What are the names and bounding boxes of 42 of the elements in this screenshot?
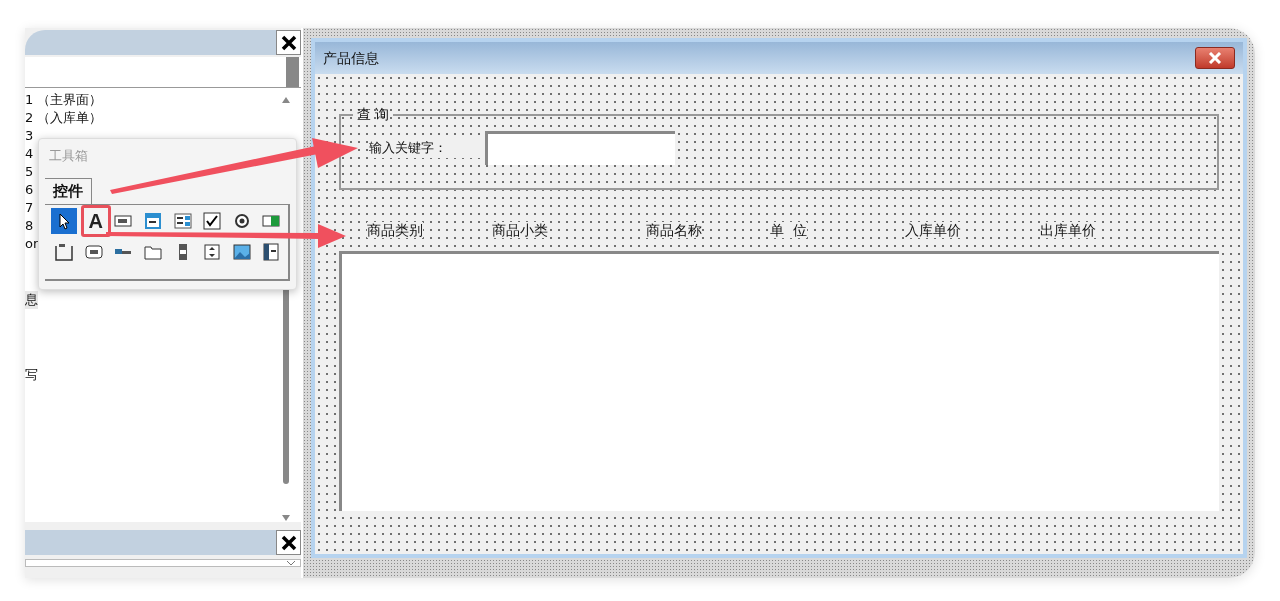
close-button[interactable] (276, 530, 301, 555)
keyword-input[interactable] (485, 131, 675, 165)
close-icon (280, 534, 297, 551)
code-line: 2 （入库单） (25, 109, 103, 127)
checkbox-icon (202, 210, 223, 231)
code-line: 3 (25, 127, 34, 145)
code-line: 6 (25, 181, 34, 199)
spin-button-icon (202, 241, 223, 262)
listbox-icon (172, 210, 193, 231)
close-icon (280, 34, 297, 51)
scroll-down-icon (281, 514, 291, 522)
frame-legend: 查 询 (353, 104, 394, 125)
code-line: 4 (25, 145, 34, 163)
refedit-icon (261, 241, 282, 262)
code-line: 7 (25, 199, 34, 217)
code-line: 8 (25, 217, 34, 235)
code-line: or (25, 235, 39, 253)
toolbox-tool[interactable] (51, 207, 77, 234)
column-label: 商品类别 (367, 222, 423, 238)
code-line: 1 （主界面） (25, 91, 103, 109)
close-icon (1208, 52, 1222, 64)
toolbox-title: 工具箱 (49, 147, 89, 165)
scroll-up-icon (281, 96, 291, 104)
close-button[interactable] (1195, 47, 1235, 69)
column-label: 商品小类 (492, 222, 548, 238)
label-tool-icon: A (88, 210, 103, 231)
combobox-icon (142, 210, 163, 231)
column-label: 入库单价 (905, 222, 961, 238)
form-title: 产品信息 (323, 48, 379, 68)
code-line: 写 (25, 366, 38, 384)
close-button[interactable] (276, 30, 301, 55)
toolbox-tool[interactable]: A (80, 204, 111, 237)
column-label: 商品名称 (646, 222, 702, 238)
tabstrip-icon (113, 248, 134, 255)
chevron-down-icon (286, 560, 296, 567)
toolbox-tab[interactable]: 控件 (45, 177, 92, 204)
dropdown-scroll-handle[interactable] (286, 57, 299, 87)
frame-icon (54, 241, 74, 262)
column-label: 单 位 (770, 222, 807, 238)
column-label: 出库单价 (1040, 222, 1096, 238)
code-line: 5 (25, 163, 34, 181)
image-icon (231, 241, 252, 262)
